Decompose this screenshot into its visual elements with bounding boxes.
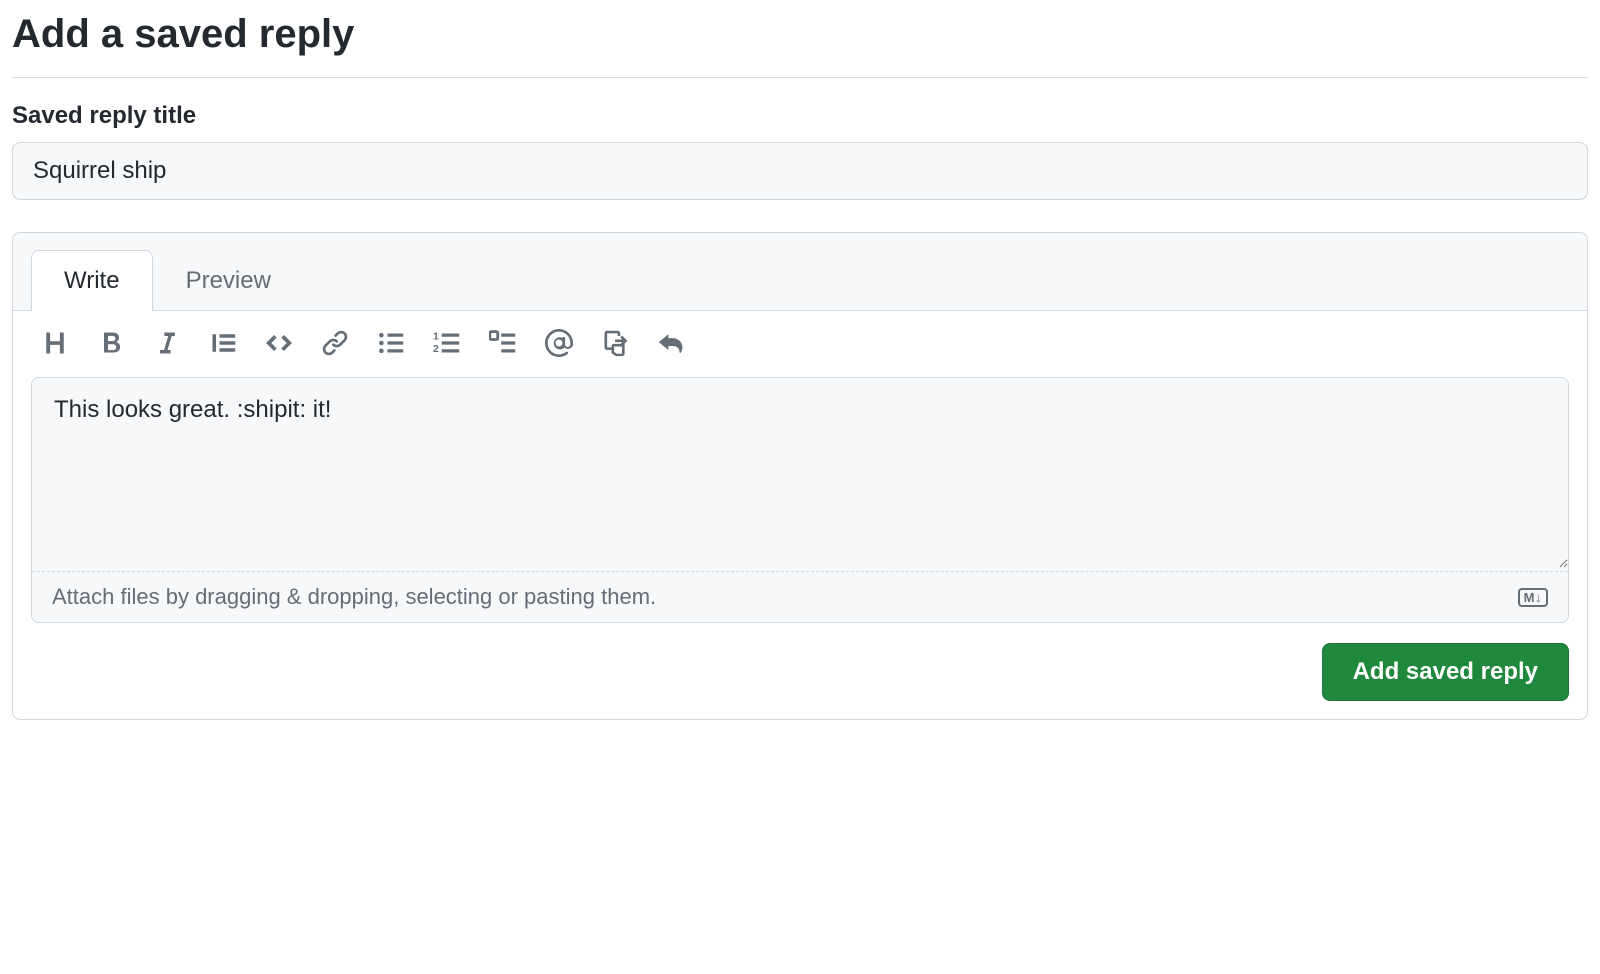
link-icon[interactable] bbox=[321, 329, 349, 357]
svg-text:1: 1 bbox=[433, 331, 439, 343]
heading-icon[interactable] bbox=[41, 329, 69, 357]
bold-icon[interactable] bbox=[97, 329, 125, 357]
editor-tabs: Write Preview bbox=[13, 233, 1587, 311]
formatting-toolbar: 12 bbox=[13, 311, 1587, 357]
page-title: Add a saved reply bbox=[12, 12, 1588, 78]
tab-preview[interactable]: Preview bbox=[153, 250, 304, 311]
ordered-list-icon[interactable]: 12 bbox=[433, 329, 461, 357]
quote-icon[interactable] bbox=[209, 329, 237, 357]
task-list-icon[interactable] bbox=[489, 329, 517, 357]
cross-reference-icon[interactable] bbox=[601, 329, 629, 357]
attach-hint-text: Attach files by dragging & dropping, sel… bbox=[52, 584, 656, 610]
add-saved-reply-button[interactable]: Add saved reply bbox=[1322, 643, 1569, 701]
tab-write[interactable]: Write bbox=[31, 250, 153, 311]
form-actions: Add saved reply bbox=[13, 623, 1587, 701]
saved-reply-body-textarea[interactable] bbox=[32, 378, 1568, 568]
markdown-icon[interactable]: M↓ bbox=[1518, 588, 1548, 607]
reply-icon[interactable] bbox=[657, 329, 685, 357]
mention-icon[interactable] bbox=[545, 329, 573, 357]
comment-editor: Write Preview 12 bbox=[12, 232, 1588, 720]
title-field-label: Saved reply title bbox=[12, 102, 1588, 130]
code-icon[interactable] bbox=[265, 329, 293, 357]
attach-files-row[interactable]: Attach files by dragging & dropping, sel… bbox=[32, 571, 1568, 622]
saved-reply-title-input[interactable] bbox=[12, 142, 1588, 200]
svg-text:2: 2 bbox=[433, 343, 439, 355]
italic-icon[interactable] bbox=[153, 329, 181, 357]
unordered-list-icon[interactable] bbox=[377, 329, 405, 357]
editor-body: Attach files by dragging & dropping, sel… bbox=[31, 377, 1569, 623]
